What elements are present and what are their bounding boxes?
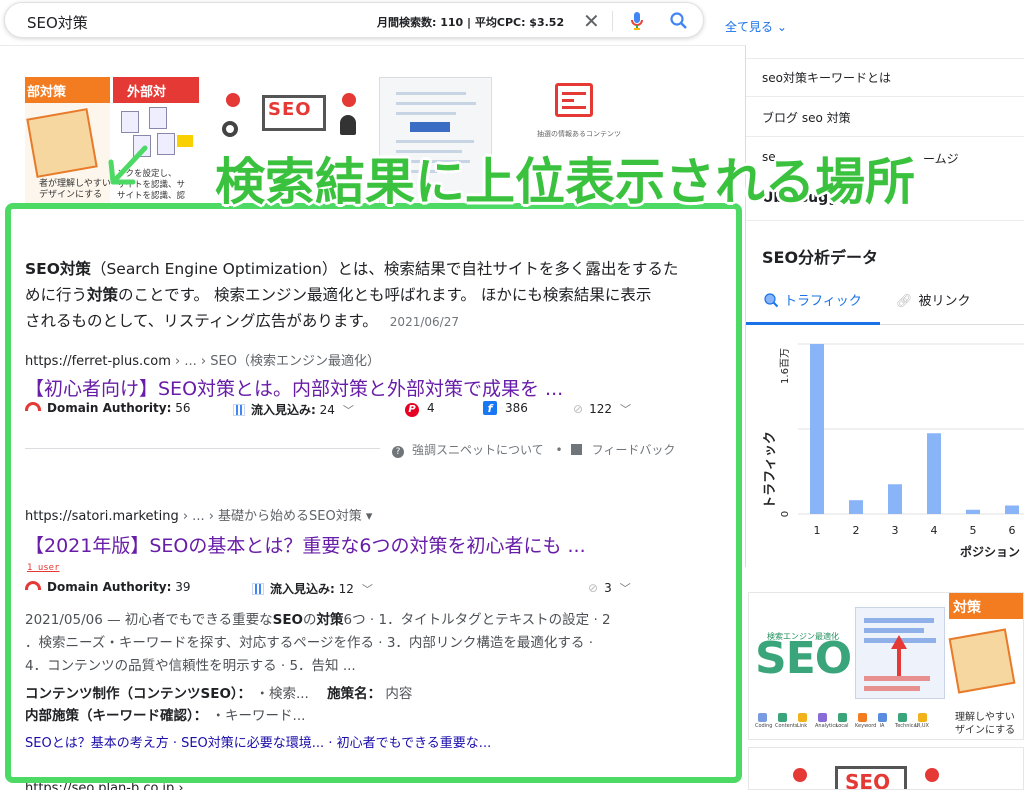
related-search-item-tail: ームジ bbox=[923, 152, 959, 166]
chart-bar[interactable] bbox=[1005, 505, 1019, 515]
keyword-icon: Keyword bbox=[855, 713, 876, 729]
chart-bar[interactable] bbox=[966, 509, 980, 514]
highlight-block bbox=[410, 122, 450, 132]
tab-backlinks[interactable]: 🔗︎ 被リンク bbox=[896, 290, 971, 309]
chart-y-top-label: 1.6百万 bbox=[779, 348, 791, 384]
search-icon bbox=[763, 292, 779, 312]
divider bbox=[746, 96, 1024, 97]
chart-x-tick-label: 4 bbox=[931, 524, 938, 537]
thumbnail-text: 者が理解しやすい デザインにする bbox=[39, 179, 110, 200]
pin-illustration bbox=[793, 768, 807, 782]
mic-icon[interactable] bbox=[630, 11, 644, 35]
coding-icon: Coding bbox=[755, 713, 772, 729]
text-line bbox=[396, 92, 466, 95]
chart-x-tick-label: 6 bbox=[1009, 524, 1016, 537]
chart-x-tick-label: 3 bbox=[892, 524, 899, 537]
chart-xlabel: ポジション bbox=[960, 544, 1020, 559]
thumbnail-band: 部対策 bbox=[25, 77, 110, 103]
related-search-item[interactable]: seo対策キーワードとは bbox=[762, 69, 891, 86]
search-input[interactable]: SEO対策 bbox=[27, 12, 88, 33]
seo-data-title: SEO分析データ bbox=[762, 248, 879, 267]
person-illustration bbox=[340, 115, 356, 135]
pin-illustration bbox=[226, 93, 240, 107]
close-icon[interactable]: ✕ bbox=[583, 9, 600, 33]
thumbnail-caption: 抽選の情報あるコンテンツ bbox=[537, 130, 621, 138]
text-line bbox=[396, 102, 476, 105]
thumbnail-internal-seo[interactable]: 部対策 者が理解しやすい デザインにする bbox=[25, 77, 110, 207]
chart-bar[interactable] bbox=[927, 433, 941, 514]
seo-label: SEO bbox=[845, 770, 891, 790]
search-bar: SEO対策 月間検索数: 110 | 平均CPC: $3.52 ✕ bbox=[4, 2, 704, 38]
text-line bbox=[396, 112, 456, 115]
header-divider bbox=[0, 45, 745, 46]
pin-illustration bbox=[342, 93, 356, 107]
image-seo-monitor[interactable]: SEO bbox=[748, 747, 1024, 790]
divider bbox=[612, 11, 613, 31]
link-icon: 🔗︎ bbox=[896, 294, 913, 309]
chart-bar[interactable] bbox=[849, 500, 863, 514]
active-tab-indicator bbox=[746, 322, 880, 325]
tab-backlinks-label: 被リンク bbox=[918, 294, 971, 309]
arrow-up-icon bbox=[891, 635, 907, 649]
keyword-stats: 月間検索数: 110 | 平均CPC: $3.52 bbox=[377, 16, 565, 29]
annotation-arrow-icon bbox=[108, 145, 148, 185]
divider bbox=[746, 136, 1024, 137]
arrow-up-shaft bbox=[897, 648, 901, 676]
traffic-chart: トラフィック 1.6百万 0 ポジション 1 2 3 4 5 6 bbox=[763, 343, 1024, 559]
show-all-link[interactable]: 全て見る ⌄ bbox=[725, 18, 787, 35]
image-seo-overview[interactable]: 検索エンジン最適化 SEO 対策 理解しやすい ザインにする Coding Co… bbox=[748, 592, 1024, 740]
category-icons: Coding Contents Link Analytics Local Key… bbox=[755, 713, 929, 729]
chart-y-zero-label: 0 bbox=[780, 511, 791, 517]
related-search-item[interactable]: ブログ seo 対策 bbox=[762, 109, 851, 126]
chart-ylabel: トラフィック bbox=[763, 431, 778, 509]
chart-bar[interactable] bbox=[888, 484, 902, 514]
arrow-illustration bbox=[177, 135, 193, 147]
link-icon: Link bbox=[795, 713, 809, 729]
ia-icon: IA bbox=[875, 713, 889, 729]
page-illustration bbox=[149, 107, 167, 129]
thumbnail-band: 外部対 bbox=[113, 77, 199, 103]
paper-illustration bbox=[948, 628, 1016, 694]
technical-icon: Technical bbox=[895, 713, 918, 729]
page-illustration bbox=[121, 111, 139, 133]
chart-bar[interactable] bbox=[810, 344, 824, 514]
overlay-heading: 検索結果に上位表示される場所 bbox=[215, 153, 915, 211]
seo-logo-text: SEO bbox=[755, 633, 852, 684]
document-icon bbox=[555, 83, 593, 117]
search-icon[interactable] bbox=[669, 11, 689, 35]
divider bbox=[746, 220, 1024, 221]
contents-icon: Contents bbox=[775, 713, 798, 729]
chart-x-tick-label: 1 bbox=[814, 524, 821, 537]
tab-traffic-label: トラフィック bbox=[784, 294, 862, 309]
chart-x-tick-label: 2 bbox=[853, 524, 860, 537]
pin-illustration bbox=[925, 768, 939, 782]
image-text: 理解しやすい ザインにする bbox=[955, 712, 1016, 736]
uiux-icon: UI,UX bbox=[915, 713, 929, 729]
divider bbox=[746, 58, 1024, 59]
paper-illustration bbox=[26, 108, 98, 178]
tab-traffic[interactable]: トラフィック bbox=[763, 290, 862, 312]
local-icon: Local bbox=[835, 713, 849, 729]
search-results-page: SEO対策 月間検索数: 110 | 平均CPC: $3.52 ✕ 全て見る ⌄… bbox=[0, 0, 1024, 790]
gear-icon bbox=[222, 121, 238, 137]
page-illustration bbox=[157, 133, 175, 155]
image-band: 対策 bbox=[949, 593, 1023, 619]
featured-snippet-highlight bbox=[5, 203, 742, 783]
analytics-icon: Analytics bbox=[815, 713, 838, 729]
seo-label: SEO bbox=[268, 99, 312, 120]
chart-x-tick-label: 5 bbox=[970, 524, 977, 537]
